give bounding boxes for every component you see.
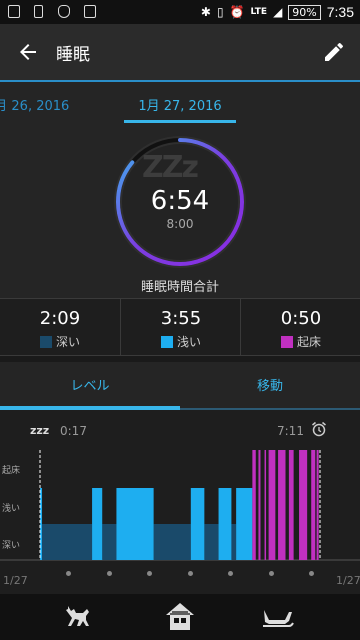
stat-deep: 2:09 深い [0,299,120,355]
stat-awake-label: 起床 [296,335,321,349]
phone-icon [34,5,43,18]
stage-bar-light [236,488,253,560]
previous-date[interactable]: 1月 26, 2016 [0,95,69,114]
stage-bar-light [40,488,43,560]
arrow-back-icon[interactable] [16,40,40,64]
stage-bar-awake [268,450,276,560]
sleep-stage-chart [0,450,360,561]
sleep-goal: 8:00 [166,217,194,231]
stage-bar-awake [288,450,294,560]
zzz-watermark-icon: ZZz [142,150,199,185]
date-selector: 1月 26, 2016 1月 27, 2016 [0,82,360,124]
shield-icon [58,5,70,18]
stage-bar-light [116,488,154,560]
time-tick-dot [228,571,233,576]
awake-swatch [280,335,293,348]
pencil-icon[interactable] [322,40,346,64]
stat-deep-value: 2:09 [39,308,81,329]
reindeer-icon[interactable] [60,600,96,634]
app-bar: 睡眠 [0,24,360,80]
stat-awake: 0:50 起床 [240,299,360,355]
sleep-start-time: 0:17 [60,424,87,438]
stage-bar-deep [231,524,237,560]
stage-bar-deep [102,524,117,560]
time-tick-dot [309,571,314,576]
stage-bar-awake [258,450,261,560]
light-swatch [160,335,173,348]
deep-swatch [39,335,52,348]
stat-light: 3:55 浅い [120,299,240,355]
network-label: LTE [250,7,268,17]
stage-bar-awake [316,450,319,560]
total-sleep-time: 6:54 [150,186,210,216]
time-tick-dot [66,571,71,576]
sleep-level-graph: zzz 0:17 7:11 起床 浅い 深い 1/27 1/27 [0,410,360,594]
stage-bar-light [218,488,232,560]
stage-bar-awake [264,450,267,560]
status-time: 7:35 [326,4,354,20]
graph-left-date: 1/27 [3,574,28,587]
current-date-underline [124,120,236,123]
alarm-clock-icon [312,421,326,437]
alarm-status-icon: ⏰ [229,5,245,19]
signal-icon: ◢ [273,5,283,19]
stage-bar-deep [204,524,219,560]
sleep-end-time: 7:11 [277,424,304,438]
check-bag-icon [84,5,96,18]
sleep-summary: ZZz 6:54 8:00 睡眠時間合計 [0,124,360,298]
sleep-start-zzz-icon: zzz [30,424,50,437]
bluetooth-icon: ✱ [200,5,211,19]
bottom-navigation [0,594,360,640]
stage-bar-light [190,488,205,560]
stage-bar-awake [278,450,286,560]
total-sleep-label: 睡眠時間合計 [140,280,219,295]
stat-light-value: 3:55 [160,308,202,329]
graph-right-date: 1/27 [336,574,360,587]
stage-bar-awake [252,450,256,560]
tab-levels[interactable]: レベル [0,375,180,394]
stage-bar-deep [153,524,191,560]
stage-bar-light [92,488,103,560]
sleigh-icon[interactable] [260,600,296,634]
tab-movement[interactable]: 移動 [180,375,360,394]
page-title: 睡眠 [56,45,90,65]
stage-bar-deep [42,524,93,560]
sleep-stats: 2:09 深い 3:55 浅い 0:50 起床 [0,298,360,356]
home-icon[interactable] [162,600,198,634]
battery-indicator: 90% [288,4,321,20]
time-tick-dot [269,571,274,576]
stat-light-label: 浅い [176,335,201,349]
stage-bar-awake [311,450,316,560]
time-tick-dot [107,571,112,576]
time-tick-dot [147,571,152,576]
stat-deep-label: 深い [55,335,80,349]
stat-awake-value: 0:50 [280,308,322,329]
notification-icon [8,5,20,18]
stage-bar-awake [299,450,308,560]
graph-tabs: レベル 移動 [0,362,360,410]
vibrate-icon: ▯ [216,5,224,19]
current-date[interactable]: 1月 27, 2016 [124,95,236,114]
time-tick-dot [188,571,193,576]
status-bar: ✱ ▯ ⏰ LTE ◢ 90% 7:35 [0,0,360,24]
